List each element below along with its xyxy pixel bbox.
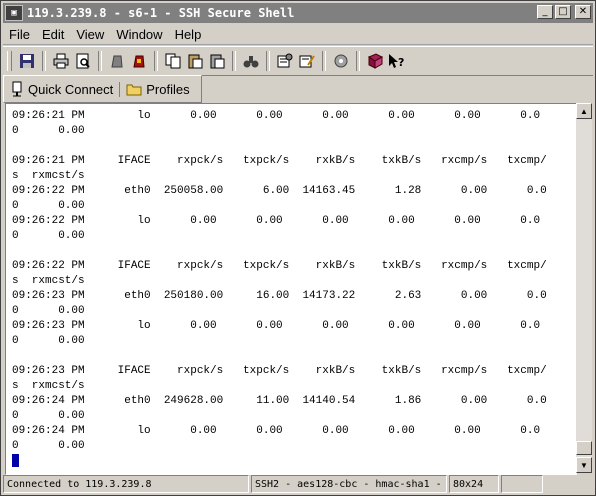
help-book-icon[interactable]	[365, 51, 385, 71]
terminal-app-icon: ▣	[5, 5, 23, 21]
menu-window[interactable]: Window	[110, 27, 168, 42]
toolbar-grip[interactable]	[7, 51, 12, 71]
menu-help[interactable]: Help	[169, 27, 208, 42]
profiles-button[interactable]: Profiles	[119, 81, 195, 97]
toolbar-separator	[356, 51, 360, 71]
file-transfer-icon[interactable]	[331, 51, 351, 71]
context-help-icon[interactable]: ?	[387, 51, 407, 71]
print-icon[interactable]	[51, 51, 71, 71]
terminal-line: 0 0.00	[12, 335, 85, 347]
terminal-line: s rxmcst/s	[12, 170, 85, 182]
resize-grip[interactable]	[545, 475, 589, 493]
terminal-line: 09:26:24 PM eth0 249628.00 11.00 14140.5…	[12, 395, 547, 407]
toolbar-separator	[232, 51, 236, 71]
menu-view[interactable]: View	[70, 27, 110, 42]
terminal-line: 09:26:23 PM IFACE rxpck/s txpck/s rxkB/s…	[12, 365, 547, 377]
toolbar-separator	[266, 51, 270, 71]
close-button[interactable]: ✕	[575, 5, 591, 19]
terminal-line: 0 0.00	[12, 305, 85, 317]
status-size: 80x24	[449, 475, 499, 493]
menu-file[interactable]: File	[3, 27, 36, 42]
quick-connect-icon	[12, 81, 22, 97]
disconnect-icon[interactable]	[107, 51, 127, 71]
scroll-down-button[interactable]: ▼	[576, 457, 592, 473]
terminal-line: s rxmcst/s	[12, 275, 85, 287]
terminal-line: 09:26:22 PM eth0 250058.00 6.00 14163.45…	[12, 185, 547, 197]
terminal-line: 09:26:22 PM IFACE rxpck/s txpck/s rxkB/s…	[12, 260, 547, 272]
text-cursor	[12, 454, 19, 467]
terminal-line: 09:26:21 PM IFACE rxpck/s txpck/s rxkB/s…	[12, 155, 547, 167]
profiles-label: Profiles	[146, 81, 190, 97]
svg-text:?: ?	[398, 56, 404, 69]
save-icon[interactable]	[17, 51, 37, 71]
menu-bar: File Edit View Window Help	[3, 24, 593, 45]
window-title: 119.3.239.8 - s6-1 - SSH Secure Shell	[27, 6, 295, 20]
scroll-thumb[interactable]	[576, 441, 592, 455]
print-preview-icon[interactable]	[73, 51, 93, 71]
terminal-line: 0 0.00	[12, 440, 85, 452]
find-icon[interactable]	[241, 51, 261, 71]
settings-icon[interactable]	[275, 51, 295, 71]
quick-connect-button[interactable]: Quick Connect	[4, 81, 119, 97]
scroll-up-button[interactable]: ▲	[576, 103, 592, 119]
terminal-area[interactable]: 09:26:21 PM lo 0.00 0.00 0.00 0.00 0.00 …	[5, 103, 577, 475]
paste-icon[interactable]	[185, 51, 205, 71]
terminal-line: 09:26:23 PM lo 0.00 0.00 0.00 0.00 0.00 …	[12, 320, 541, 332]
ssh-window: ▣ 119.3.239.8 - s6-1 - SSH Secure Shell …	[0, 0, 596, 496]
copy-icon[interactable]	[163, 51, 183, 71]
title-bar[interactable]: ▣ 119.3.239.8 - s6-1 - SSH Secure Shell …	[3, 3, 593, 23]
menu-edit[interactable]: Edit	[36, 27, 70, 42]
paste-alt-icon[interactable]	[207, 51, 227, 71]
vertical-scrollbar[interactable]: ▲ ▼	[576, 103, 592, 473]
terminal-line: 0 0.00	[12, 410, 85, 422]
terminal-line: 09:26:23 PM eth0 250180.00 16.00 14173.2…	[12, 290, 547, 302]
toolbar-separator	[98, 51, 102, 71]
status-bar: Connected to 119.3.239.8 SSH2 - aes128-c…	[3, 475, 593, 493]
new-terminal-icon[interactable]	[129, 51, 149, 71]
terminal-line: 09:26:24 PM lo 0.00 0.00 0.00 0.00 0.00 …	[12, 425, 541, 437]
status-connection: Connected to 119.3.239.8	[3, 475, 249, 493]
toolbar-separator	[42, 51, 46, 71]
connect-toolbar: Quick Connect Profiles	[3, 75, 202, 103]
toolbar-separator	[154, 51, 158, 71]
terminal-line: 0 0.00	[12, 230, 85, 242]
terminal-line: 09:26:21 PM lo 0.00 0.00 0.00 0.00 0.00 …	[12, 110, 541, 122]
terminal-line: 09:26:22 PM lo 0.00 0.00 0.00 0.00 0.00 …	[12, 215, 541, 227]
minimize-button[interactable]: _	[537, 5, 553, 19]
quick-connect-label: Quick Connect	[28, 81, 114, 97]
main-toolbar: ?	[3, 46, 593, 76]
terminal-output: 09:26:21 PM lo 0.00 0.00 0.00 0.00 0.00 …	[12, 109, 547, 471]
terminal-line: 0 0.00	[12, 200, 85, 212]
terminal-line: s rxmcst/s	[12, 380, 85, 392]
folder-icon	[126, 84, 142, 96]
status-extra	[501, 475, 543, 493]
terminal-cursor-line	[12, 454, 547, 471]
profile-edit-icon[interactable]	[297, 51, 317, 71]
maximize-button[interactable]: □	[555, 5, 571, 19]
status-cipher: SSH2 - aes128-cbc - hmac-sha1 -	[251, 475, 447, 493]
terminal-line: 0 0.00	[12, 125, 85, 137]
toolbar-separator	[322, 51, 326, 71]
